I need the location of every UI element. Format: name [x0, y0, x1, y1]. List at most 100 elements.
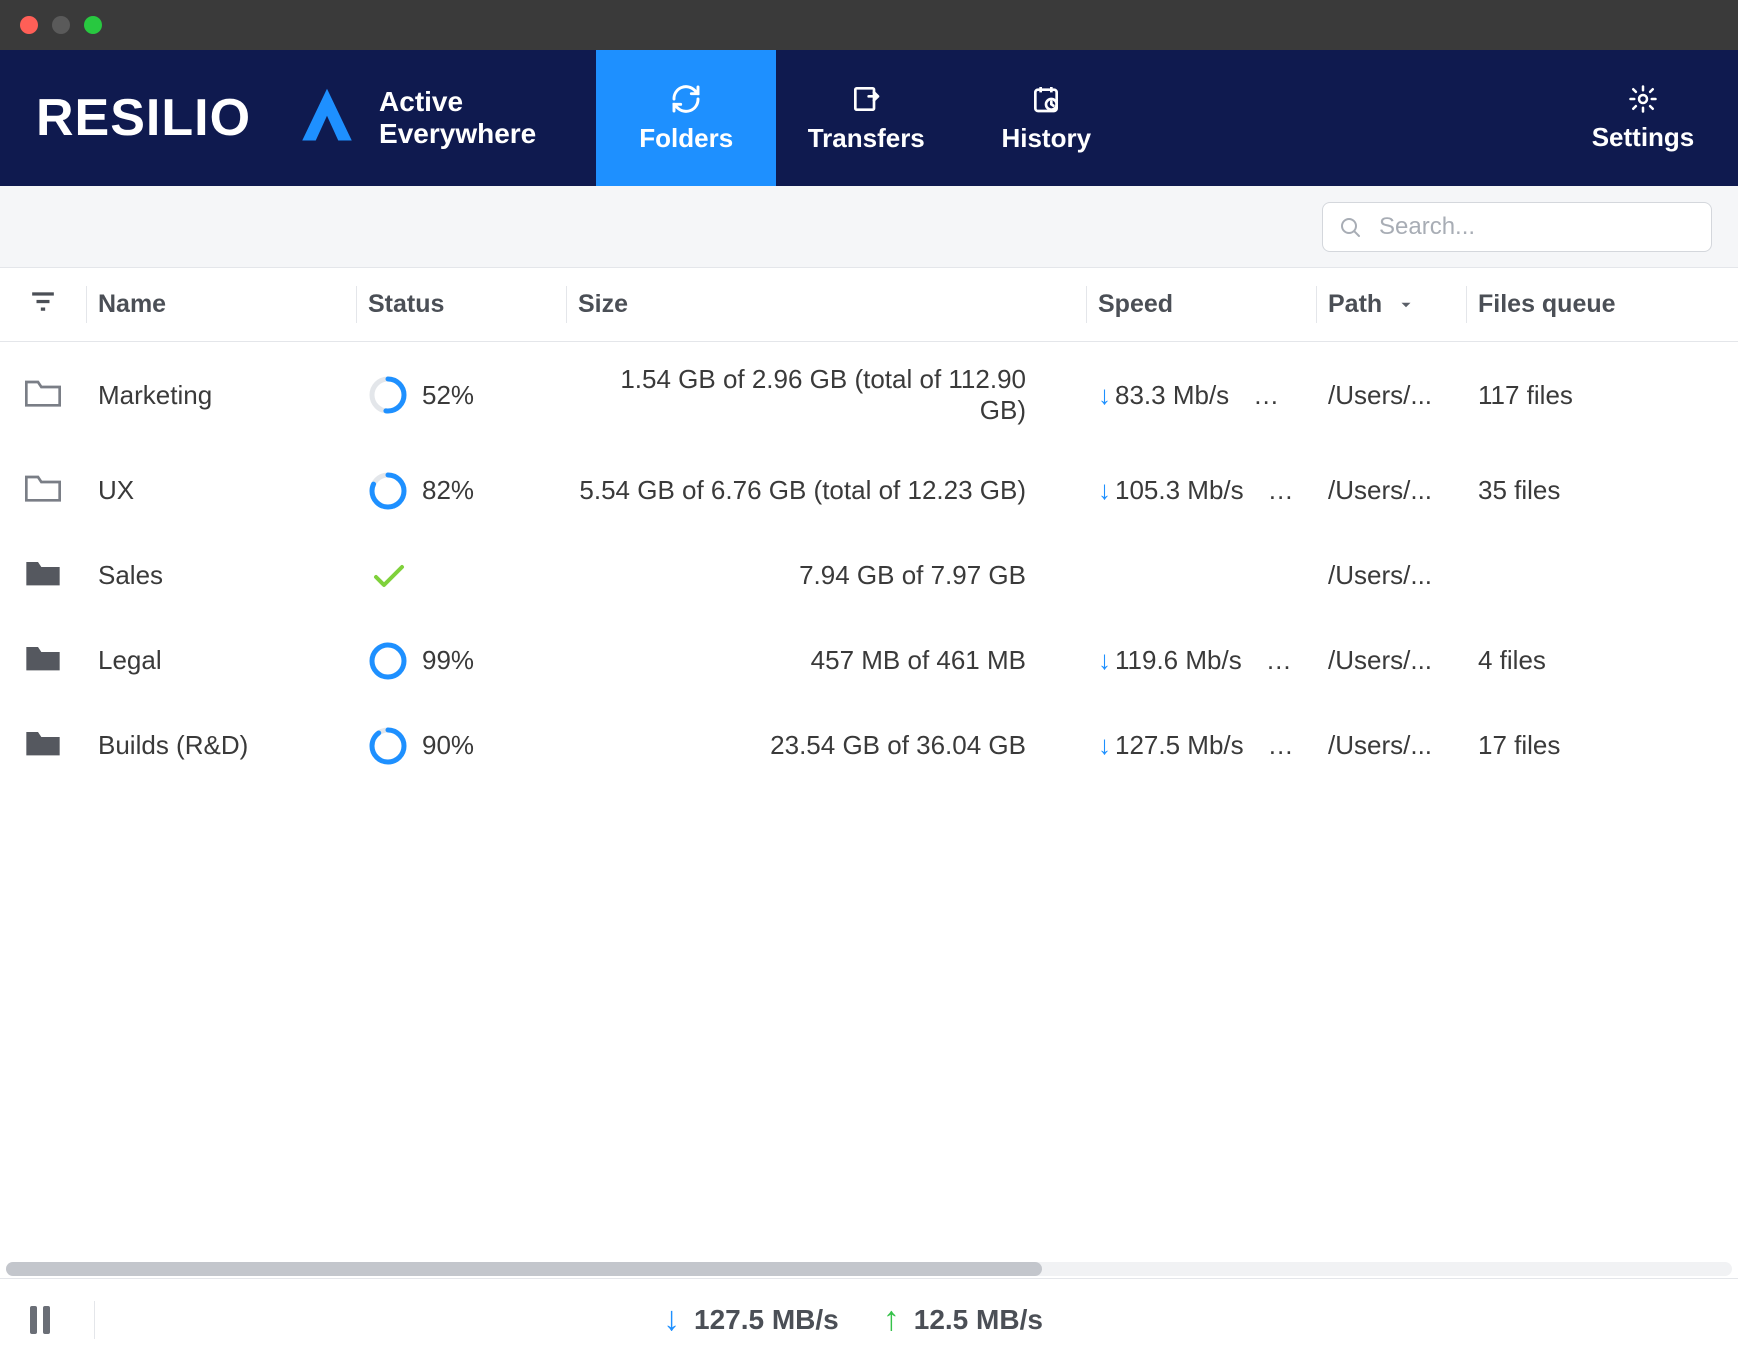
folder-size: 23.54 GB of 36.04 GB	[566, 703, 1086, 788]
folder-name: Legal	[86, 618, 356, 703]
folder-speed: ↓105.3 Mb/s…	[1086, 448, 1316, 533]
window-zoom-button[interactable]	[84, 16, 102, 34]
toolbar	[0, 186, 1738, 268]
brand-tagline-line1: Active	[379, 86, 536, 118]
nav-tabs: Folders Transfers History	[596, 50, 1136, 186]
table-header-row: Name Status Size Speed Path Files queue	[0, 268, 1738, 342]
folder-status: 90%	[356, 703, 566, 788]
col-path[interactable]: Path	[1316, 268, 1466, 342]
table-row[interactable]: UX 82% 5.54 GB of 6.76 GB (total of 12.23 …	[0, 448, 1738, 533]
status-bar: ↓ 127.5 MB/s ↑ 12.5 MB/s	[0, 1278, 1738, 1360]
download-arrow-icon: ↓	[663, 1300, 680, 1339]
search-box	[1322, 202, 1712, 252]
table-row[interactable]: Legal99%457 MB of 461 MB ↓119.6 Mb/s … /Use…	[0, 618, 1738, 703]
tab-folders[interactable]: Folders	[596, 50, 776, 186]
folder-size: 7.94 GB of 7.97 GB	[566, 533, 1086, 618]
row-menu-button[interactable]: …	[1266, 645, 1292, 675]
filter-button[interactable]	[0, 268, 86, 342]
upload-arrow-icon: ↑	[883, 1300, 900, 1339]
transfer-icon	[850, 83, 882, 115]
folder-solid-icon	[23, 640, 63, 674]
download-speed-value: 127.5 MB/s	[694, 1304, 839, 1336]
folder-path: /Users/...	[1316, 342, 1466, 449]
progress-ring-icon	[368, 726, 408, 766]
folder-path: /Users/...	[1316, 448, 1466, 533]
table-row[interactable]: Marketing52%1.54 GB of 2.96 GB (total of…	[0, 342, 1738, 449]
chevron-down-icon	[1397, 296, 1415, 314]
folder-speed	[1086, 533, 1316, 618]
folder-icon-cell	[0, 533, 86, 618]
col-size[interactable]: Size	[566, 268, 1086, 342]
progress-ring-icon	[368, 471, 408, 511]
brand-block: RESILIO Active Everywhere	[0, 50, 596, 186]
row-menu-button[interactable]: …	[1268, 730, 1294, 760]
window-titlebar	[0, 0, 1738, 50]
window-minimize-button[interactable]	[52, 16, 70, 34]
folder-speed: ↓127.5 Mb/s…	[1086, 703, 1316, 788]
brand-logo: Active Everywhere	[291, 82, 536, 154]
sync-icon	[670, 83, 702, 115]
folder-path: /Users/...	[1316, 533, 1466, 618]
folder-size: 457 MB of 461 MB	[566, 618, 1086, 703]
gear-icon	[1628, 84, 1658, 114]
folders-table-wrap: Name Status Size Speed Path Files queue …	[0, 268, 1738, 1260]
download-arrow-icon: ↓	[1098, 645, 1111, 675]
folder-speed: ↓119.6 Mb/s …	[1086, 618, 1316, 703]
history-icon	[1030, 83, 1062, 115]
folder-path: /Users/...	[1316, 618, 1466, 703]
folder-status	[356, 533, 566, 618]
download-speed: ↓ 127.5 MB/s	[663, 1300, 839, 1339]
folder-icon-cell	[0, 703, 86, 788]
col-speed[interactable]: Speed	[1086, 268, 1316, 342]
folder-queue	[1466, 533, 1738, 618]
status-label: 82%	[422, 475, 474, 506]
horizontal-scrollbar[interactable]	[0, 1260, 1738, 1278]
checkmark-icon	[368, 556, 408, 596]
tab-folders-label: Folders	[639, 123, 733, 154]
col-status[interactable]: Status	[356, 268, 566, 342]
folder-size: 5.54 GB of 6.76 GB (total of 12.23 GB)	[566, 448, 1086, 533]
folder-status: 99%	[356, 618, 566, 703]
search-input[interactable]	[1322, 202, 1712, 252]
col-queue[interactable]: Files queue	[1466, 268, 1738, 342]
window-close-button[interactable]	[20, 16, 38, 34]
folder-status: 82%	[356, 448, 566, 533]
tab-transfers[interactable]: Transfers	[776, 50, 956, 186]
brand-tagline: Active Everywhere	[379, 86, 536, 150]
folder-status: 52%	[356, 342, 566, 449]
table-row[interactable]: Builds (R&D)90%23.54 GB of 36.04 GB↓127.…	[0, 703, 1738, 788]
progress-ring-icon	[368, 641, 408, 681]
table-row[interactable]: Sales7.94 GB of 7.97 GB/Users/...	[0, 533, 1738, 618]
pause-button[interactable]	[30, 1306, 50, 1334]
folder-queue: 17 files	[1466, 703, 1738, 788]
folder-solid-icon	[23, 725, 63, 759]
settings-label: Settings	[1592, 122, 1695, 153]
folder-queue: 4 files	[1466, 618, 1738, 703]
progress-ring-icon	[368, 375, 408, 415]
brand-mark-icon	[291, 82, 363, 154]
download-arrow-icon: ↓	[1098, 380, 1111, 410]
search-icon	[1338, 215, 1362, 239]
col-name[interactable]: Name	[86, 268, 356, 342]
top-nav: RESILIO Active Everywhere Folders	[0, 50, 1738, 186]
folder-icon-cell	[0, 342, 86, 449]
upload-speed: ↑ 12.5 MB/s	[883, 1300, 1043, 1339]
download-arrow-icon: ↓	[1098, 730, 1111, 760]
separator	[94, 1301, 95, 1339]
filter-icon	[30, 290, 56, 312]
folder-outline-icon	[23, 375, 63, 409]
folder-icon-cell	[0, 448, 86, 533]
speed-value: 83.3 Mb/s	[1115, 380, 1229, 410]
row-menu-button[interactable]: …	[1253, 380, 1279, 410]
tab-history[interactable]: History	[956, 50, 1136, 186]
folder-name: UX	[86, 448, 356, 533]
settings-button[interactable]: Settings	[1548, 50, 1738, 186]
upload-speed-value: 12.5 MB/s	[914, 1304, 1043, 1336]
folder-path: /Users/...	[1316, 703, 1466, 788]
folder-queue: 35 files	[1466, 448, 1738, 533]
folder-name: Builds (R&D)	[86, 703, 356, 788]
row-menu-button[interactable]: …	[1268, 475, 1294, 505]
folder-name: Marketing	[86, 342, 356, 449]
folder-solid-icon	[23, 555, 63, 589]
speed-value: 119.6 Mb/s	[1115, 645, 1242, 675]
